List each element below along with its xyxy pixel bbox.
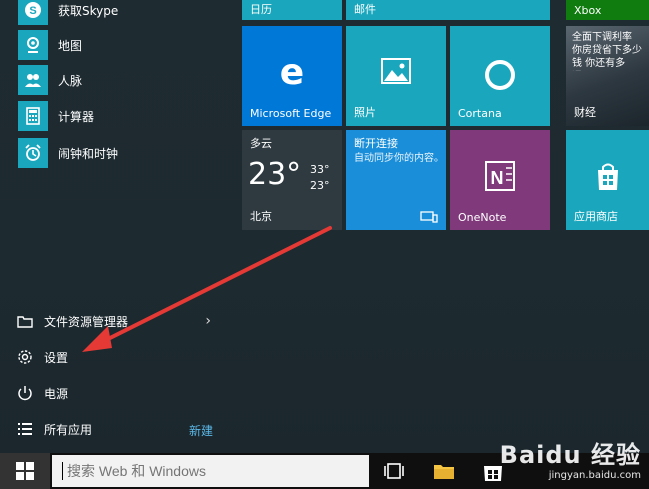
windows-logo-icon xyxy=(16,462,34,480)
start-menu: S 获取Skype 地图 人脉 计算器 闹钟和时钟 文件资源管理器 › 设置 电… xyxy=(0,0,649,453)
text-caret xyxy=(62,462,63,480)
baidu-watermark: Baidu 经验 jingyan.baidu.com xyxy=(500,435,641,481)
watermark-url: jingyan.baidu.com xyxy=(548,470,641,481)
search-box[interactable] xyxy=(52,455,369,487)
annotation-arrow-icon xyxy=(82,226,332,352)
search-input[interactable] xyxy=(65,462,359,480)
file-explorer-taskbar-icon[interactable] xyxy=(432,459,456,483)
watermark-brand: Baidu 经验 xyxy=(499,441,641,469)
start-button[interactable] xyxy=(0,453,50,489)
task-view-icon[interactable] xyxy=(382,459,406,483)
